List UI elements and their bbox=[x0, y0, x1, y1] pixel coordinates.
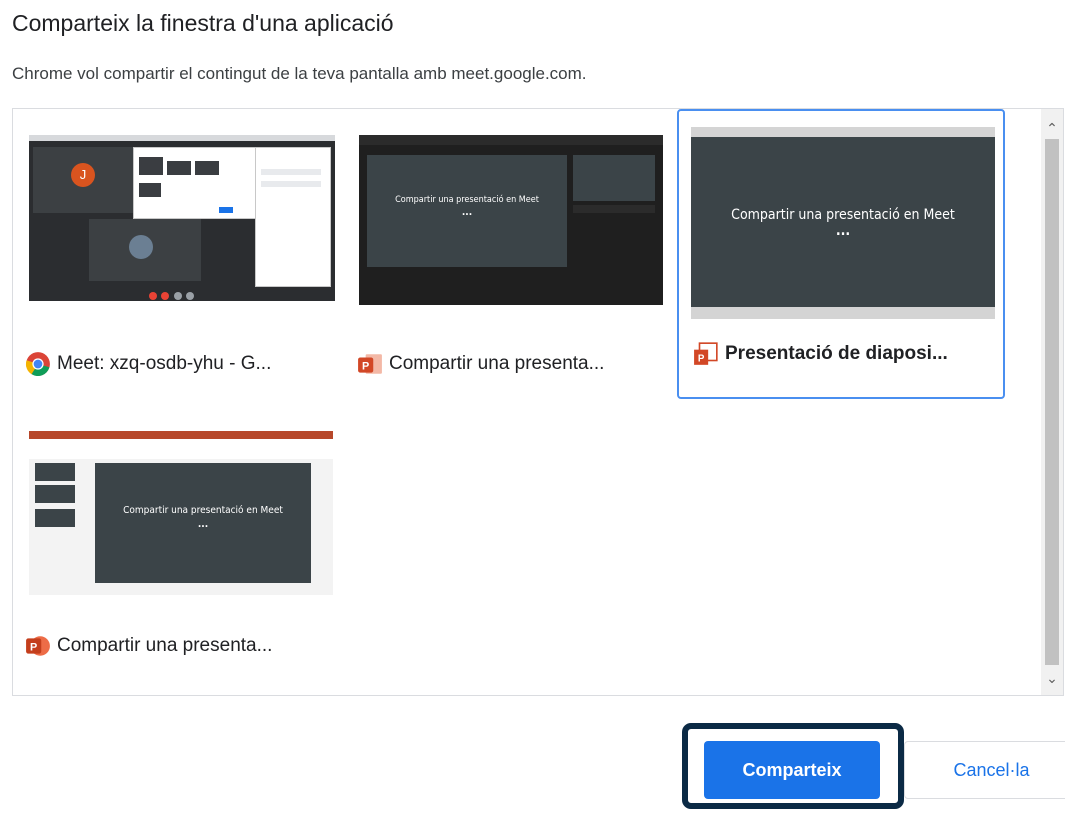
window-title-slideshow: P Presentació de diaposi... bbox=[693, 339, 948, 369]
scroll-up-icon[interactable]: ⌃ bbox=[1041, 115, 1063, 141]
window-label: Presentació de diaposi... bbox=[725, 343, 948, 364]
window-tile-powerpoint-light[interactable]: Compartir una presentació en Meet ... P … bbox=[25, 427, 353, 695]
dialog-subtitle: Chrome vol compartir el contingut de la … bbox=[12, 64, 587, 83]
slide-title: Compartir una presentació en Meet bbox=[731, 207, 955, 223]
window-tile-slideshow[interactable]: Compartir una presentació en Meet ... P … bbox=[677, 109, 1005, 399]
svg-text:P: P bbox=[362, 360, 369, 372]
powerpoint-icon: P bbox=[358, 354, 382, 374]
share-button[interactable]: Comparteix bbox=[704, 741, 880, 799]
svg-text:P: P bbox=[698, 354, 705, 365]
window-title-powerpoint-dark: P Compartir una presenta... bbox=[357, 349, 604, 379]
svg-text:P: P bbox=[30, 641, 37, 653]
dialog-title: Comparteix la finestra d'una aplicació bbox=[12, 10, 394, 36]
powerpoint-slideshow-icon: P bbox=[694, 342, 718, 365]
window-label: Compartir una presenta... bbox=[389, 353, 605, 374]
window-title-powerpoint-light: P Compartir una presenta... bbox=[25, 631, 272, 661]
chrome-icon bbox=[25, 352, 50, 377]
window-preview-powerpoint-dark: Compartir una presentació en Meet ... bbox=[359, 135, 663, 305]
list-scrollbar[interactable]: ⌃ ⌄ bbox=[1041, 109, 1063, 695]
window-tile-meet[interactable]: J Meet: xzq-osdb-yhu - G... bbox=[25, 121, 353, 411]
slide-title: Compartir una presentació en Meet bbox=[395, 195, 539, 205]
window-tile-powerpoint-dark[interactable]: Compartir una presentació en Meet ... P … bbox=[357, 121, 685, 411]
avatar: J bbox=[71, 163, 95, 187]
scroll-down-icon[interactable]: ⌄ bbox=[1041, 665, 1063, 691]
window-title-meet: Meet: xzq-osdb-yhu - G... bbox=[25, 349, 271, 379]
cancel-button[interactable]: Cancel·la bbox=[904, 741, 1065, 799]
window-picker-list[interactable]: J Meet: xzq-osdb-yhu - G... Compartir un… bbox=[12, 108, 1064, 696]
slide-title: Compartir una presentació en Meet bbox=[123, 505, 283, 516]
scroll-thumb[interactable] bbox=[1045, 139, 1059, 665]
window-label: Meet: xzq-osdb-yhu - G... bbox=[57, 353, 272, 374]
window-preview-powerpoint-light: Compartir una presentació en Meet ... bbox=[29, 431, 333, 595]
window-preview-slideshow: Compartir una presentació en Meet ... bbox=[691, 127, 995, 319]
window-preview-meet: J bbox=[29, 135, 335, 301]
powerpoint-icon: P bbox=[26, 636, 50, 656]
window-label: Compartir una presenta... bbox=[57, 635, 273, 656]
